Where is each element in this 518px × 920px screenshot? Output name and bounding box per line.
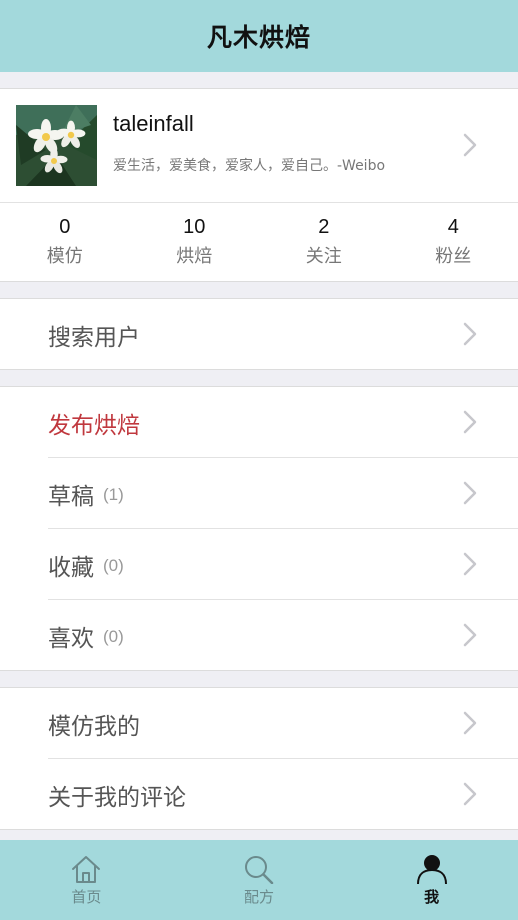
drafts-row[interactable]: 草稿 (1) [48, 458, 518, 529]
stat-label: 烘焙 [176, 246, 213, 267]
imitated-mine-label: 模仿我的 [48, 713, 140, 740]
search-user-label: 搜索用户 [48, 324, 140, 351]
username: taleinfall [113, 111, 194, 136]
stat-value: 4 [447, 216, 459, 238]
profile-card: taleinfall 爱生活，爱美食，爱家人，爱自己。-Weibo 0 模仿 1… [0, 88, 518, 282]
stat-value: 10 [183, 216, 206, 238]
tab-bar: 首页 配方 我 [0, 840, 518, 920]
user-bio: 爱生活，爱美食，爱家人，爱自己。-Weibo [113, 158, 386, 174]
home-icon [70, 854, 102, 884]
chevron-right-icon [463, 410, 477, 434]
tab-home-label: 首页 [71, 888, 102, 906]
profile-icon [416, 854, 448, 884]
nav-bar: 凡木烘焙 [0, 0, 518, 72]
search-user-row[interactable]: 搜索用户 [48, 299, 518, 370]
drafts-count: (1) [103, 484, 124, 504]
my-content-group: 发布烘焙 草稿 (1) 收藏 (0) 喜欢 (0) [0, 386, 518, 671]
imitated-mine-row[interactable]: 模仿我的 [48, 688, 518, 759]
drafts-label: 草稿 [48, 483, 94, 510]
search-user-group: 搜索用户 [0, 298, 518, 370]
tab-me[interactable]: 我 [345, 840, 518, 920]
publish-bake-label: 发布烘焙 [48, 412, 140, 439]
likes-count: (0) [103, 626, 124, 646]
likes-label: 喜欢 [48, 625, 94, 652]
chevron-right-icon [463, 322, 477, 346]
stat-imitate[interactable]: 0 模仿 [0, 203, 130, 282]
activity-group: 模仿我的 关于我的评论 [0, 687, 518, 830]
avatar[interactable] [16, 105, 97, 186]
chevron-right-icon [463, 623, 477, 647]
tab-recipes-label: 配方 [244, 888, 275, 906]
stat-following[interactable]: 2 关注 [259, 203, 389, 282]
profile-header[interactable]: taleinfall 爱生活，爱美食，爱家人，爱自己。-Weibo [0, 89, 518, 202]
favorites-count: (0) [103, 555, 124, 575]
stat-label: 模仿 [46, 246, 83, 267]
page-title: 凡木烘焙 [206, 23, 311, 52]
stats-bar: 0 模仿 10 烘焙 2 关注 4 粉丝 [0, 202, 518, 282]
tab-home[interactable]: 首页 [0, 840, 173, 920]
chevron-right-icon [463, 552, 477, 576]
tab-recipes[interactable]: 配方 [173, 840, 346, 920]
stat-label: 关注 [305, 246, 342, 267]
tab-me-label: 我 [424, 888, 440, 906]
stat-value: 0 [59, 216, 71, 238]
likes-row[interactable]: 喜欢 (0) [48, 600, 518, 671]
comments-about-me-label: 关于我的评论 [48, 784, 186, 811]
stat-value: 2 [318, 216, 330, 238]
stat-followers[interactable]: 4 粉丝 [389, 203, 518, 282]
favorites-label: 收藏 [48, 554, 94, 581]
chevron-right-icon [463, 133, 477, 157]
chevron-right-icon [463, 711, 477, 735]
comments-about-me-row[interactable]: 关于我的评论 [48, 759, 518, 830]
publish-bake-row[interactable]: 发布烘焙 [48, 387, 518, 458]
stat-bake[interactable]: 10 烘焙 [130, 203, 260, 282]
chevron-right-icon [463, 481, 477, 505]
chevron-right-icon [463, 782, 477, 806]
stat-label: 粉丝 [435, 246, 472, 267]
search-icon [243, 854, 275, 884]
favorites-row[interactable]: 收藏 (0) [48, 529, 518, 600]
